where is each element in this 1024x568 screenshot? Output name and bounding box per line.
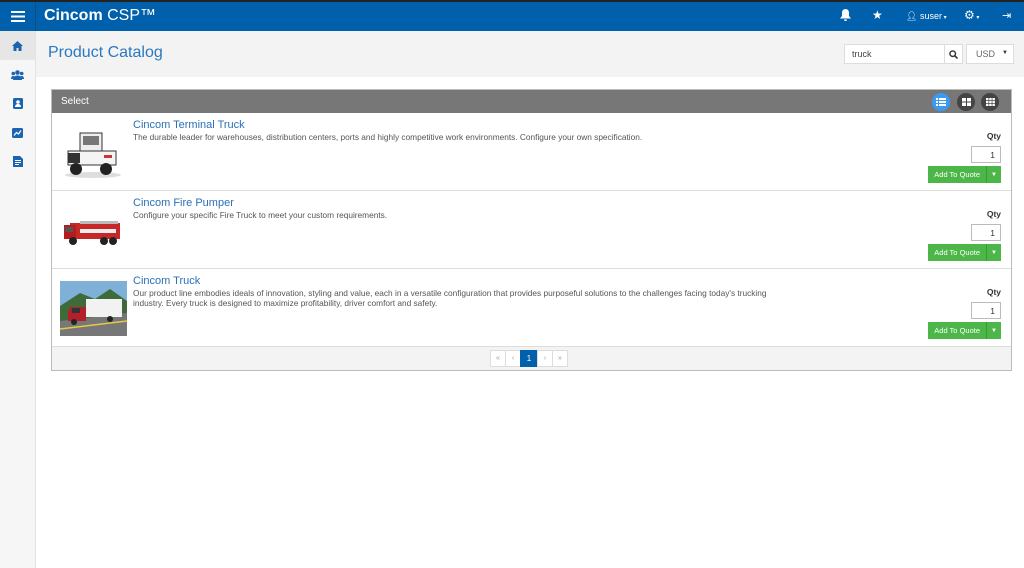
star-icon[interactable]: ★ — [872, 8, 883, 22]
brand-logo[interactable]: Cincom CSP™ — [44, 7, 156, 25]
list-icon — [936, 98, 946, 106]
search-input[interactable]: truck — [844, 44, 945, 64]
gear-icon[interactable]: ⚙ ▾ — [964, 8, 979, 22]
bell-icon[interactable] — [840, 9, 851, 24]
sidebar-item-home[interactable] — [0, 31, 35, 60]
caret-down-icon: ▼ — [991, 249, 997, 256]
page-title: Product Catalog — [48, 44, 163, 61]
qty-input[interactable]: 1 — [971, 224, 1001, 241]
brand-suffix: CSP™ — [102, 7, 157, 24]
add-to-quote-dropdown[interactable]: ▼ — [986, 322, 1001, 339]
sidebar-item-users[interactable] — [0, 60, 35, 89]
next-page-button[interactable]: › — [537, 350, 553, 367]
grid-small-icon — [985, 98, 995, 106]
product-list-panel: Select Cincom Terminal Truck The durable… — [51, 89, 1012, 371]
caret-down-icon: ▼ — [991, 327, 997, 334]
add-to-quote-dropdown[interactable]: ▼ — [986, 166, 1001, 183]
user-menu[interactable]: 👤︎ suser ▾ — [906, 11, 947, 22]
qty-input[interactable]: 1 — [971, 146, 1001, 163]
page-1-button[interactable]: 1 — [520, 350, 538, 367]
page-header: Product Catalog truck USD ▼ — [36, 31, 1024, 77]
contact-card-icon — [12, 98, 23, 109]
prev-page-button[interactable]: ‹ — [505, 350, 521, 367]
product-row: Cincom Truck Our product line embodies i… — [52, 269, 1011, 347]
product-description: The durable leader for warehouses, distr… — [133, 132, 643, 142]
logout-icon[interactable]: ⇥ — [1002, 9, 1011, 22]
sidebar — [0, 31, 36, 568]
panel-title: Select — [61, 96, 89, 107]
menu-icon — [10, 11, 25, 22]
product-row: Cincom Fire Pumper Configure your specif… — [52, 191, 1011, 269]
first-page-button[interactable]: « — [490, 350, 506, 367]
qty-input[interactable]: 1 — [971, 302, 1001, 319]
sidebar-item-reports[interactable] — [0, 118, 35, 147]
pagination: « ‹ 1 › » — [490, 350, 568, 367]
sidebar-item-contacts[interactable] — [0, 89, 35, 118]
panel-header: Select — [52, 90, 1011, 113]
fire-pumper-image[interactable] — [60, 203, 127, 258]
add-to-quote-group: Add To Quote ▼ — [928, 322, 1001, 339]
large-grid-view-button[interactable] — [957, 93, 975, 111]
product-name-link[interactable]: Cincom Truck — [133, 275, 200, 287]
currency-value: USD — [976, 49, 996, 59]
panel-footer: « ‹ 1 › » — [52, 347, 1011, 370]
qty-label: Qty — [986, 287, 1001, 297]
chevron-down-icon: ▼ — [1002, 50, 1008, 56]
grid-large-icon — [961, 98, 971, 106]
product-description: Configure your specific Fire Truck to me… — [133, 210, 388, 220]
product-name-link[interactable]: Cincom Fire Pumper — [133, 197, 234, 209]
qty-label: Qty — [986, 209, 1001, 219]
search-icon — [949, 49, 958, 59]
qty-label: Qty — [986, 131, 1001, 141]
sidebar-item-documents[interactable] — [0, 147, 35, 176]
brand-name: Cincom — [44, 7, 103, 24]
top-bar: Cincom CSP™ ★ 👤︎ suser ▾ ⚙ ▾ ⇥ — [0, 0, 1024, 31]
caret-down-icon: ▼ — [991, 171, 997, 178]
search-button[interactable] — [944, 44, 963, 64]
currency-select[interactable]: USD ▼ — [966, 44, 1014, 64]
document-icon — [12, 156, 23, 167]
product-name-link[interactable]: Cincom Terminal Truck — [133, 119, 245, 131]
add-to-quote-button[interactable]: Add To Quote — [928, 166, 986, 183]
product-description: Our product line embodies ideals of inno… — [133, 288, 767, 308]
chart-icon — [12, 127, 23, 138]
truck-image[interactable] — [60, 281, 127, 336]
add-to-quote-group: Add To Quote ▼ — [928, 244, 1001, 261]
hamburger-menu-button[interactable] — [0, 2, 36, 31]
add-to-quote-button[interactable]: Add To Quote — [928, 244, 986, 261]
add-to-quote-button[interactable]: Add To Quote — [928, 322, 986, 339]
add-to-quote-group: Add To Quote ▼ — [928, 166, 1001, 183]
home-icon — [12, 40, 23, 51]
user-icon: 👤︎ — [906, 11, 918, 21]
terminal-truck-image[interactable] — [60, 125, 127, 180]
add-to-quote-dropdown[interactable]: ▼ — [986, 244, 1001, 261]
users-icon — [11, 69, 24, 80]
product-row: Cincom Terminal Truck The durable leader… — [52, 113, 1011, 191]
username: suser — [919, 11, 942, 21]
small-grid-view-button[interactable] — [981, 93, 999, 111]
list-view-button[interactable] — [932, 93, 950, 111]
last-page-button[interactable]: » — [552, 350, 568, 367]
